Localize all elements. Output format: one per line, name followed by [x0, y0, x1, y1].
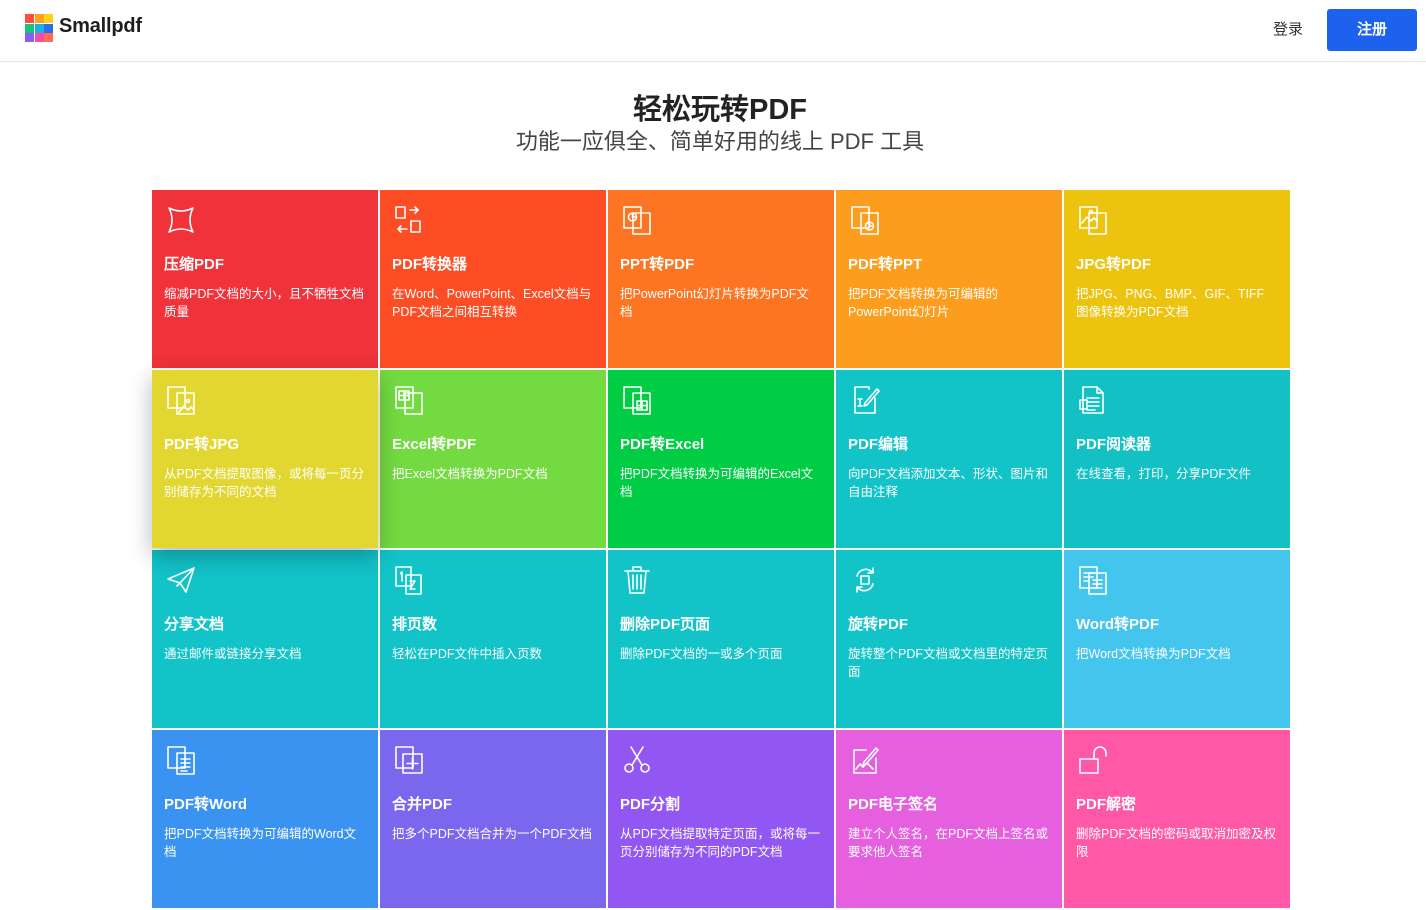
logo-tile	[34, 14, 44, 23]
reader-icon	[1077, 384, 1109, 416]
tool-card[interactable]: 合并PDF 把多个PDF文档合并为一个PDF文档	[380, 730, 606, 908]
top-navigation-bar: Smallpdf 登录 注册	[0, 0, 1426, 62]
tool-card-description: 向PDF文档添加文本、形状、图片和自由注释	[848, 467, 1049, 499]
tool-card-title: PPT转PDF	[620, 256, 695, 273]
tool-card[interactable]: PDF阅读器在线查看，打印，分享PDF文件	[1064, 370, 1290, 548]
pdf-image-icon	[165, 384, 197, 416]
sign-icon	[849, 744, 881, 776]
tool-card[interactable]: PDF解密删除PDF文档的密码或取消加密及权限	[1064, 730, 1290, 908]
tool-card-description: 把PDF文档转换为可编辑的PowerPoint幻灯片	[848, 287, 999, 319]
logo-tile	[25, 23, 34, 33]
logo-tile	[25, 33, 34, 42]
logo-tile	[44, 23, 53, 33]
logo-tile	[25, 14, 34, 23]
page-subtitle: 功能一应俱全、简单好用的线上 PDF 工具	[515, 129, 925, 154]
tool-card-description: 把PDF文档转换为可编辑的Word文档	[164, 827, 357, 859]
edit-icon	[849, 384, 881, 416]
tool-card-title: Word转PDF	[1076, 616, 1160, 633]
tool-card-title: PDF转JPG	[164, 436, 240, 453]
tool-card-title: PDF转PPT	[848, 256, 923, 273]
tool-card-title: 压缩PDF	[164, 256, 225, 273]
tool-card[interactable]: JPG转PDF 把JPG、PNG、BMP、GIF、TIFF图像转换为PDF文档	[1064, 190, 1290, 368]
tool-card[interactable]: PDF转Word 把PDF文档转换为可编辑的Word文档	[152, 730, 378, 908]
tool-card[interactable]: 删除PDF页面删除PDF文档的一或多个页面	[608, 550, 834, 728]
tool-card-description: 删除PDF文档的密码或取消加密及权限	[1076, 827, 1277, 859]
trash-icon	[621, 564, 653, 596]
tool-card[interactable]: PDF转换器在Word、PowerPoint、Excel文档与PDF文档之间相互…	[380, 190, 606, 368]
tool-card-title: 排页数	[392, 616, 438, 633]
tool-card-description: 删除PDF文档的一或多个页面	[620, 647, 783, 661]
brand-name[interactable]: Smallpdf	[59, 15, 142, 38]
tool-card[interactable]: 压缩PDF 缩减PDF文档的大小，且不牺牲文档质量	[152, 190, 378, 368]
tool-card-title: PDF分割	[620, 796, 681, 813]
tool-card-description: 在线查看，打印，分享PDF文件	[1076, 467, 1252, 481]
tool-card[interactable]: PDF编辑向PDF文档添加文本、形状、图片和自由注释	[836, 370, 1062, 548]
ppt-icon	[621, 204, 653, 236]
smallpdf-logo-icon[interactable]	[25, 14, 53, 42]
logo-tile	[34, 23, 44, 33]
tools-grid: 压缩PDF 缩减PDF文档的大小，且不牺牲文档质量 PDF转换器在Word、Powe…	[152, 190, 1292, 910]
tool-card[interactable]: PDF转PPT 把PDF文档转换为可编辑的PowerPoint幻灯片	[836, 190, 1062, 368]
excel-icon	[393, 384, 425, 416]
tool-card-title: PDF阅读器	[1076, 436, 1152, 453]
tool-card-description: 从PDF文档提取特定页面，或将每一页分别储存为不同的PDF文档	[620, 827, 821, 859]
unlock-icon	[1077, 744, 1109, 776]
share-icon	[165, 564, 197, 596]
tool-card-description: 在Word、PowerPoint、Excel文档与PDF文档之间相互转换	[392, 287, 592, 319]
tool-card-description: 把Excel文档转换为PDF文档	[392, 467, 548, 481]
tool-card-title: PDF转换器	[392, 256, 468, 273]
scissors-icon	[621, 744, 653, 776]
tool-card-description: 建立个人签名，在PDF文档上签名或要求他人签名	[848, 827, 1049, 859]
tool-card-title: Excel转PDF	[392, 436, 477, 453]
tool-card-title: PDF转Excel	[620, 436, 705, 453]
merge-icon	[393, 744, 425, 776]
tool-card-description: 旋转整个PDF文档或文档里的特定页面	[848, 647, 1049, 679]
tool-card[interactable]: 分享文档通过邮件或链接分享文档	[152, 550, 378, 728]
rotate-icon	[849, 564, 881, 596]
tool-card[interactable]: 旋转PDF 旋转整个PDF文档或文档里的特定页面	[836, 550, 1062, 728]
tool-card-title: 删除PDF页面	[620, 616, 711, 633]
tool-card-description: 把PDF文档转换为可编辑的Excel文档	[620, 467, 814, 499]
tool-card-description: 把PowerPoint幻灯片转换为PDF文档	[620, 287, 809, 319]
tool-card[interactable]: PDF转Excel 把PDF文档转换为可编辑的Excel文档	[608, 370, 834, 548]
pdf-ppt-icon	[849, 204, 881, 236]
word-icon	[1077, 564, 1109, 596]
tool-card-description: 从PDF文档提取图像，或将每一页分别储存为不同的文档	[164, 467, 365, 499]
tool-card-title: PDF编辑	[848, 436, 909, 453]
tool-card[interactable]: PDF电子签名建立个人签名，在PDF文档上签名或要求他人签名	[836, 730, 1062, 908]
login-link[interactable]: 登录	[1262, 18, 1314, 42]
tool-card-description: 把Word文档转换为PDF文档	[1076, 647, 1231, 661]
tool-card[interactable]: PDF分割从PDF文档提取特定页面，或将每一页分别储存为不同的PDF文档	[608, 730, 834, 908]
tool-card-title: 旋转PDF	[848, 616, 909, 633]
signup-button[interactable]: 注册	[1327, 9, 1417, 51]
tool-card[interactable]: PPT转PDF 把PowerPoint幻灯片转换为PDF文档	[608, 190, 834, 368]
logo-tile	[44, 33, 53, 42]
logo-tile	[44, 14, 53, 23]
tool-card-title: PDF解密	[1076, 796, 1137, 813]
page-numbers-icon	[393, 564, 425, 596]
tool-card-title: PDF电子签名	[848, 796, 939, 813]
pdf-word-icon	[165, 744, 197, 776]
convert-icon	[393, 204, 425, 236]
pdf-excel-icon	[621, 384, 653, 416]
tool-card-description: 把JPG、PNG、BMP、GIF、TIFF图像转换为PDF文档	[1076, 287, 1265, 319]
page-title: 轻松玩转PDF	[632, 94, 807, 126]
tool-card-title: PDF转Word	[164, 796, 248, 813]
tool-card-title: JPG转PDF	[1076, 256, 1152, 273]
tool-card-description: 把多个PDF文档合并为一个PDF文档	[392, 827, 593, 841]
compress-icon	[165, 204, 197, 236]
tool-card[interactable]: 排页数轻松在PDF文件中插入页数	[380, 550, 606, 728]
tool-card-title: 合并PDF	[392, 796, 453, 813]
tool-card-description: 缩减PDF文档的大小，且不牺牲文档质量	[164, 287, 365, 319]
tool-card-title: 分享文档	[164, 616, 225, 633]
tool-card-description: 轻松在PDF文件中插入页数	[392, 647, 543, 661]
image-icon	[1077, 204, 1109, 236]
tool-card[interactable]: Word转PDF 把Word文档转换为PDF文档	[1064, 550, 1290, 728]
tool-card[interactable]: PDF转JPG 从PDF文档提取图像，或将每一页分别储存为不同的文档	[152, 370, 378, 548]
logo-tile	[34, 33, 44, 42]
tool-card[interactable]: Excel转PDF 把Excel文档转换为PDF文档	[380, 370, 606, 548]
tool-card-description: 通过邮件或链接分享文档	[164, 647, 302, 661]
